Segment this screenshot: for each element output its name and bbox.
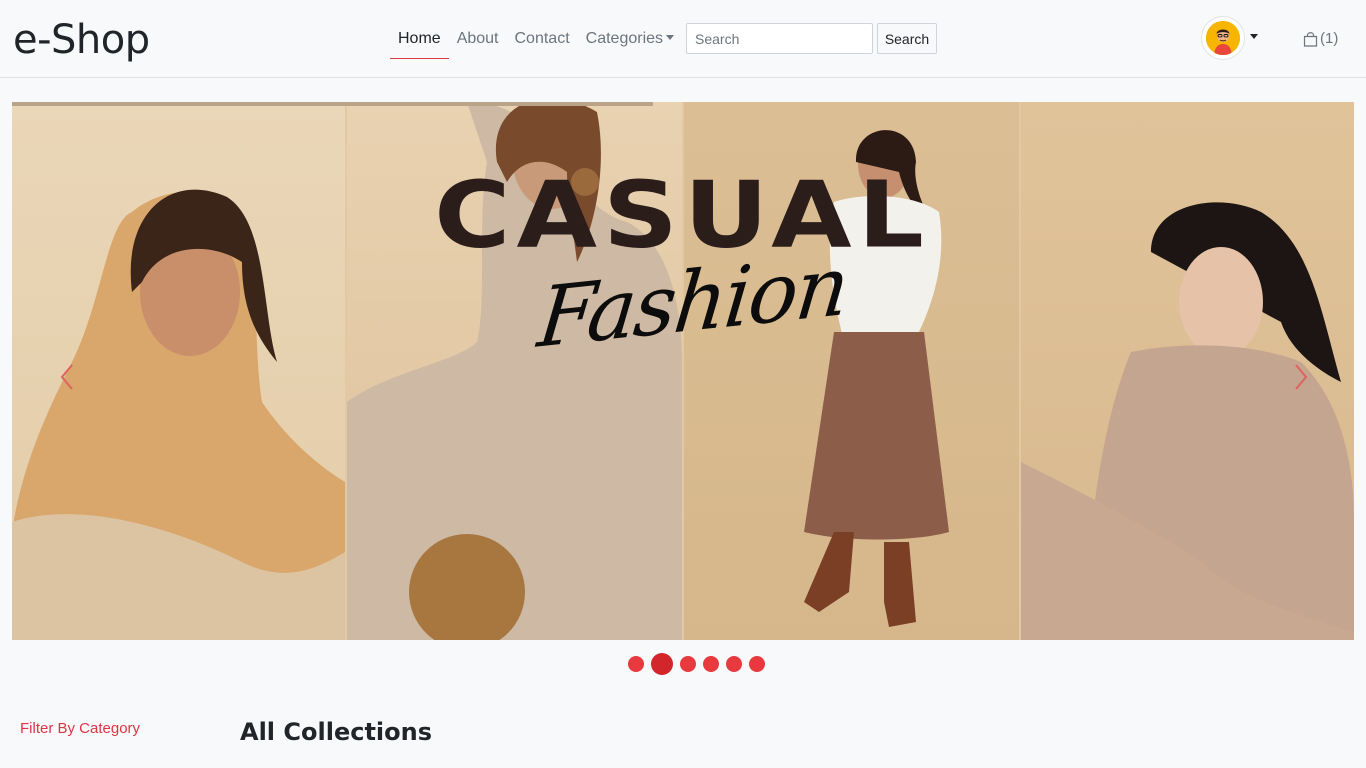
chevron-right-icon [1295,364,1308,390]
nav-about[interactable]: About [449,22,507,58]
nav-home[interactable]: Home [390,22,449,59]
carousel-indicator-6[interactable] [749,656,765,672]
nav-contact[interactable]: Contact [507,22,578,58]
search-button[interactable]: Search [877,23,937,54]
navbar: e-Shop Home About Contact Categories Sea… [0,0,1366,78]
carousel-next-button[interactable] [1286,357,1316,397]
carousel-indicator-2[interactable] [651,653,673,675]
carousel-indicators [628,653,765,675]
cart-count: (1) [1320,30,1339,47]
carousel-indicator-5[interactable] [726,656,742,672]
shopping-bag-icon [1303,31,1318,47]
search-input[interactable] [686,23,873,54]
carousel-indicator-3[interactable] [680,656,696,672]
brand-logo[interactable]: e-Shop [13,16,150,64]
cart-link[interactable]: (1) [1303,30,1338,47]
carousel-top-strip [12,102,653,106]
page-title: All Collections [240,718,432,746]
carousel-indicator-1[interactable] [628,656,644,672]
chevron-down-icon [666,35,675,40]
user-avatar-button[interactable] [1201,16,1245,60]
banner-headline: CASUAL [434,161,930,269]
nav-categories-dropdown[interactable]: Categories [578,22,682,58]
chevron-left-icon [60,364,73,390]
user-avatar-icon [1206,21,1240,55]
carousel-prev-button[interactable] [52,357,82,397]
nav-categories-label: Categories [585,30,664,47]
user-menu-chevron-icon[interactable] [1250,34,1258,39]
carousel-indicator-4[interactable] [703,656,719,672]
filter-by-category-title: Filter By Category [20,720,141,737]
avatar [1206,21,1240,55]
nav-links: Home About Contact Categories [390,22,682,59]
